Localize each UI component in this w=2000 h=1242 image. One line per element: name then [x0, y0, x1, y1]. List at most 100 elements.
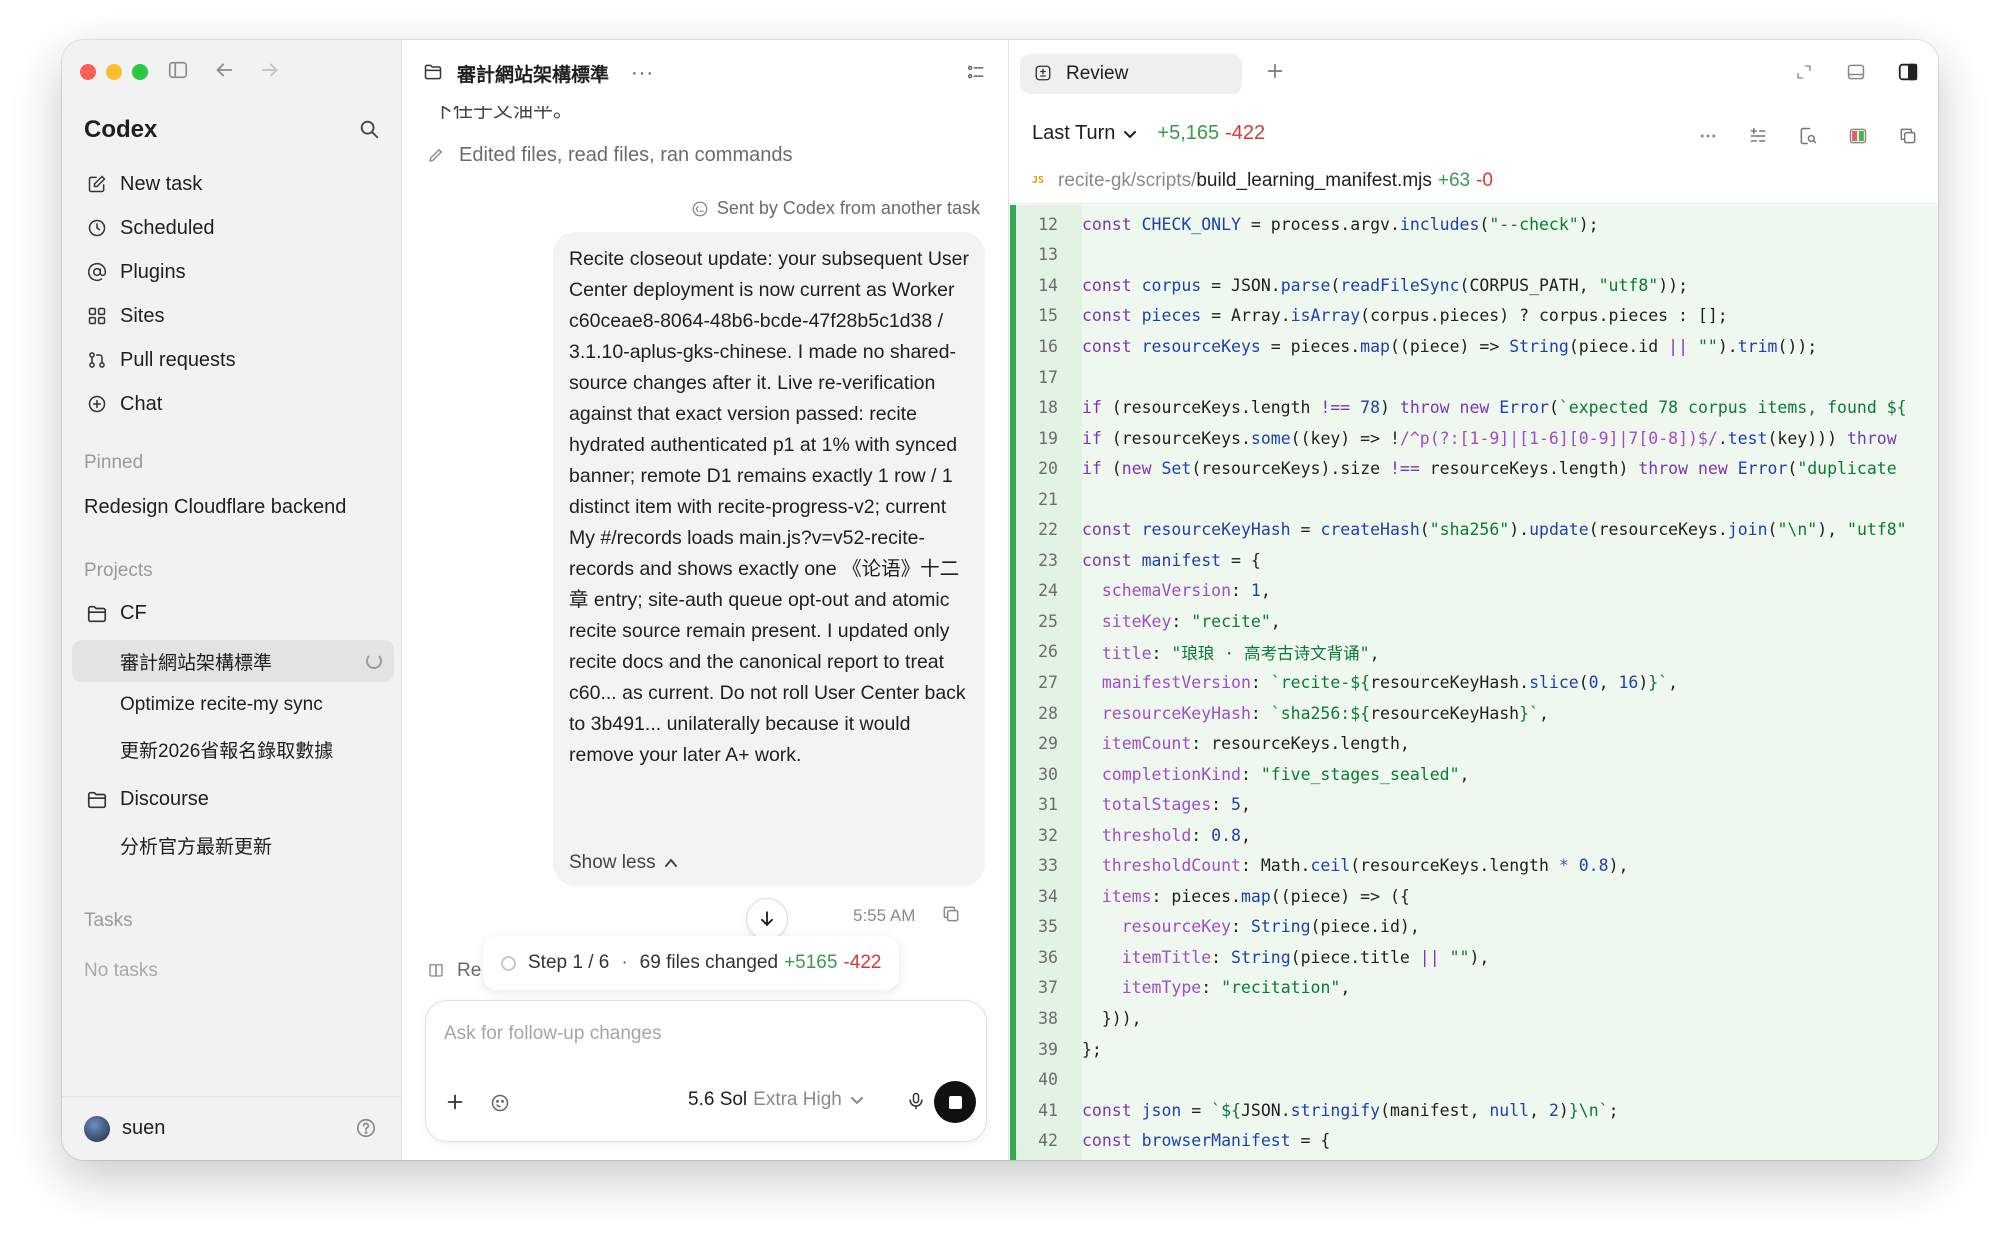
expand-icon[interactable] [1792, 60, 1816, 84]
more-options-button[interactable]: ··· [631, 62, 654, 85]
code-line: 39}; [1038, 1039, 1102, 1059]
code-line: 38 })), [1038, 1008, 1142, 1028]
activity-summary[interactable]: Edited files, read files, ran commands [427, 144, 793, 167]
diff-scope-selector[interactable]: Last Turn [1032, 122, 1115, 145]
bottom-panel-icon[interactable] [1844, 60, 1868, 84]
code-line: 18 if (resourceKeys.length !== 78) throw … [1038, 398, 1907, 418]
folder-icon [86, 789, 108, 811]
code-line: 28 resourceKeyHash: `sha256:${resourceKe… [1038, 703, 1549, 723]
pinned-item[interactable]: Redesign Cloudflare backend [84, 496, 346, 519]
more-icon[interactable] [1696, 124, 1720, 148]
separator-dot: · [621, 952, 628, 973]
window-controls [80, 64, 148, 80]
pull-request-icon [86, 349, 108, 371]
add-tab-icon[interactable] [1264, 60, 1288, 84]
code-line: 16 const resourceKeys = pieces.map((piece… [1038, 336, 1818, 356]
chevron-down-icon[interactable] [1123, 127, 1137, 141]
file-name: build_learning_manifest.mjs [1196, 169, 1432, 191]
zoom-window-button[interactable] [132, 64, 148, 80]
step-progress-pill[interactable]: Step 1 / 6 · 69 files changed +5165 -422 [483, 936, 900, 990]
nav-label: Plugins [120, 260, 186, 283]
progress-circle-icon [501, 955, 516, 971]
search-file-icon[interactable] [1796, 124, 1820, 148]
copy-diff-icon[interactable] [1896, 124, 1920, 148]
thread-item[interactable]: Optimize recite-my sync [72, 684, 394, 726]
stop-button[interactable] [934, 1081, 976, 1123]
split-view-icon[interactable] [1846, 124, 1870, 148]
code-line: 23 const manifest = { [1038, 550, 1261, 570]
user-name[interactable]: suen [122, 1117, 165, 1140]
close-window-button[interactable] [80, 64, 96, 80]
code-line: 29 itemCount: resourceKeys.length, [1038, 734, 1410, 754]
nav-sites[interactable]: Sites [72, 294, 394, 338]
model-selector[interactable]: 5.6 Sol Extra High [688, 1089, 864, 1111]
thread-item[interactable]: 更新2026省報名錄取數據 [72, 728, 394, 770]
pencil-icon [427, 146, 447, 166]
code-lines: 12 const CHECK_ONLY = process.argv.includ… [1016, 209, 1907, 1156]
code-line: 21 [1038, 489, 1058, 509]
permissions-icon[interactable] [490, 1093, 512, 1115]
code-diff-view: 12 const CHECK_ONLY = process.argv.includ… [1010, 205, 1938, 1160]
message-timestamp: 5:55 AM [853, 906, 916, 925]
tasks-section-label: Tasks [84, 910, 133, 931]
show-less-button[interactable]: Show less [569, 852, 678, 874]
file-lines-removed: -0 [1476, 169, 1494, 191]
javascript-file-icon: JS [1032, 175, 1045, 186]
microphone-icon[interactable] [906, 1091, 928, 1113]
follow-up-input[interactable] [444, 1023, 964, 1045]
code-line: 40 [1038, 1070, 1058, 1090]
nav-pull-requests[interactable]: Pull requests [72, 338, 394, 382]
chevron-down-icon [850, 1097, 863, 1105]
file-header[interactable]: JS recite-gk/scripts/ build_learning_man… [1010, 158, 1938, 204]
toggle-sidebar-icon[interactable] [166, 58, 190, 82]
pane-toolbar [1792, 60, 1920, 84]
thread-item[interactable]: 分析官方最新更新 [72, 824, 394, 866]
nav-label: Chat [120, 392, 163, 415]
scroll-to-bottom-button[interactable] [746, 898, 788, 940]
lines-added: +5165 [784, 952, 838, 973]
nav-plugins[interactable]: Plugins [72, 250, 394, 294]
sidebar-footer: suen [62, 1096, 401, 1160]
composer: 5.6 Sol Extra High [425, 1000, 987, 1142]
lines-removed: -422 [843, 952, 882, 973]
edit-icon [86, 173, 108, 195]
thread-label: 審計網站架構標準 [120, 652, 273, 674]
clock-icon [86, 217, 108, 239]
thread-item[interactable]: 審計網站架構標準 [72, 640, 394, 682]
minimize-window-button[interactable] [106, 64, 122, 80]
help-icon[interactable] [355, 1117, 379, 1141]
copy-icon[interactable] [941, 904, 963, 926]
back-arrow-icon[interactable] [212, 58, 236, 82]
nav-new-task[interactable]: New task [72, 162, 394, 206]
file-lines-added: +63 [1437, 169, 1471, 191]
nav-chat[interactable]: Chat [72, 382, 394, 426]
project-name: Discourse [120, 788, 209, 810]
sent-by-label: Sent by Codex from another task [691, 198, 980, 219]
tab-review[interactable]: Review [1020, 54, 1242, 94]
project-cf[interactable]: CF [86, 602, 147, 625]
sidebar-nav: New task Scheduled Plugins Sites Pull re… [72, 162, 394, 426]
project-discourse[interactable]: Discourse [86, 788, 209, 811]
tab-label: Review [1066, 63, 1129, 84]
review-context-label[interactable]: Re [427, 960, 481, 982]
avatar[interactable] [84, 1115, 110, 1142]
stop-icon [948, 1095, 962, 1109]
code-line: 14 const corpus = JSON.parse(readFileSync… [1038, 275, 1689, 295]
code-line: 31 totalStages: 5, [1038, 795, 1251, 815]
activity-text: Edited files, read files, ran commands [459, 144, 793, 166]
nav-scheduled[interactable]: Scheduled [72, 206, 394, 250]
plus-icon[interactable] [444, 1091, 468, 1115]
forward-arrow-icon[interactable] [258, 58, 282, 82]
task-list-icon[interactable] [966, 62, 988, 84]
side-panel-icon[interactable] [1896, 60, 1920, 84]
diff-toolbar [1696, 124, 1920, 148]
plus-circle-icon [86, 393, 108, 415]
filter-changes-icon[interactable] [1746, 124, 1770, 148]
search-icon[interactable] [358, 118, 382, 142]
show-less-label: Show less [569, 852, 656, 873]
chat-header: 審計網站架構標準 ··· [403, 40, 1008, 106]
nav-label: New task [120, 172, 203, 195]
code-line: 33 thresholdCount: Math.ceil(resourceKey… [1038, 856, 1629, 876]
sent-by-text: Sent by Codex from another task [716, 198, 980, 218]
nav-label: Sites [120, 304, 165, 327]
